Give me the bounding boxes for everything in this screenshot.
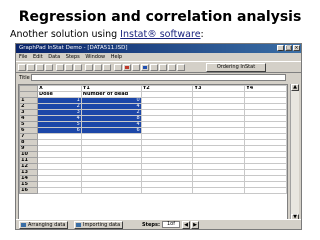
title-field-label: Title	[19, 75, 30, 81]
minimize-icon[interactable]: _	[277, 45, 284, 51]
instat-window: GraphPad InStat Demo - [DATA511.ISD] _ □…	[15, 43, 302, 230]
steps-label: Steps:	[142, 222, 160, 228]
importing-data-button[interactable]: Importing data	[74, 221, 124, 229]
subtitle-suffix: :	[200, 29, 204, 40]
copy-icon[interactable]	[65, 64, 73, 71]
maximize-icon[interactable]: □	[285, 45, 292, 51]
window-title: GraphPad InStat Demo - [DATA511.ISD]	[19, 45, 128, 51]
clear-icon[interactable]	[123, 64, 131, 71]
steps-value: 1of	[162, 221, 180, 228]
slide-subtitle: Another solution using Instat® software:	[10, 29, 204, 40]
subtitle-prefix: Another solution using	[10, 29, 121, 40]
analyze-icon[interactable]	[141, 64, 149, 71]
data-sheet: X Y1 Y2 Y3 Y4 Dose Number of dead 1 1 0 2 2 4 3 3 2 4 4 8 5…	[18, 84, 288, 221]
menu-file[interactable]: File	[19, 54, 27, 60]
help-icon[interactable]	[177, 64, 185, 71]
arranging-data-button[interactable]: Arranging data	[19, 221, 69, 229]
cell-y1[interactable]	[80, 187, 142, 194]
menu-steps[interactable]: Steps	[66, 54, 80, 60]
menu-help[interactable]: Help	[111, 54, 122, 60]
undo-icon[interactable]	[85, 64, 93, 71]
paste-icon[interactable]	[74, 64, 82, 71]
open-folder-icon[interactable]	[27, 64, 35, 71]
results-icon[interactable]	[150, 64, 158, 71]
importing-label: Importing data	[83, 222, 121, 228]
arranging-label: Arranging data	[28, 222, 66, 228]
menu-data[interactable]: Data	[48, 54, 60, 60]
cell-y4[interactable]	[244, 187, 287, 194]
new-file-icon[interactable]	[18, 64, 26, 71]
slide-title: Regression and correlation analysis	[18, 9, 302, 25]
transform-icon[interactable]	[132, 64, 140, 71]
menu-edit[interactable]: Edit	[33, 54, 43, 60]
row-number[interactable]: 16	[19, 187, 38, 194]
data-table: X Y1 Y2 Y3 Y4 Dose Number of dead 1 1 0 2 2 4 3 3 2 4 4 8 5…	[19, 85, 287, 194]
cell-y2[interactable]	[140, 187, 194, 194]
menu-window[interactable]: Window	[85, 54, 105, 60]
scroll-up-icon[interactable]: ▲	[291, 84, 299, 91]
instat-link[interactable]: Instat® software	[120, 29, 200, 40]
close-icon[interactable]: ×	[293, 45, 300, 51]
arranging-icon	[21, 223, 26, 227]
cell-x[interactable]	[36, 187, 82, 194]
delete-row-icon[interactable]	[103, 64, 111, 71]
notes-icon[interactable]	[168, 64, 176, 71]
vertical-scrollbar[interactable]: ▲ ▼	[290, 84, 299, 221]
title-field[interactable]	[31, 74, 286, 81]
menu-bar: File Edit Data Steps Window Help	[16, 53, 301, 61]
next-step-icon[interactable]: ▶	[191, 221, 199, 229]
toolbar: Ordering InStat	[16, 61, 301, 73]
cell-y3[interactable]	[192, 187, 246, 194]
table-row: 16	[19, 187, 287, 194]
title-row: Title	[16, 74, 301, 82]
importing-icon	[76, 223, 81, 227]
graph-icon[interactable]	[159, 64, 167, 71]
cut-icon[interactable]	[56, 64, 64, 71]
prev-step-icon[interactable]: ◀	[182, 221, 190, 229]
window-titlebar[interactable]: GraphPad InStat Demo - [DATA511.ISD] _ □…	[16, 44, 301, 53]
status-bar: Arranging data Importing data Steps: 1of…	[16, 219, 301, 229]
insert-row-icon[interactable]	[94, 64, 102, 71]
sort-icon[interactable]	[114, 64, 122, 71]
save-icon[interactable]	[36, 64, 44, 71]
ordering-instat-button[interactable]: Ordering InStat	[206, 63, 266, 72]
print-icon[interactable]	[45, 64, 53, 71]
